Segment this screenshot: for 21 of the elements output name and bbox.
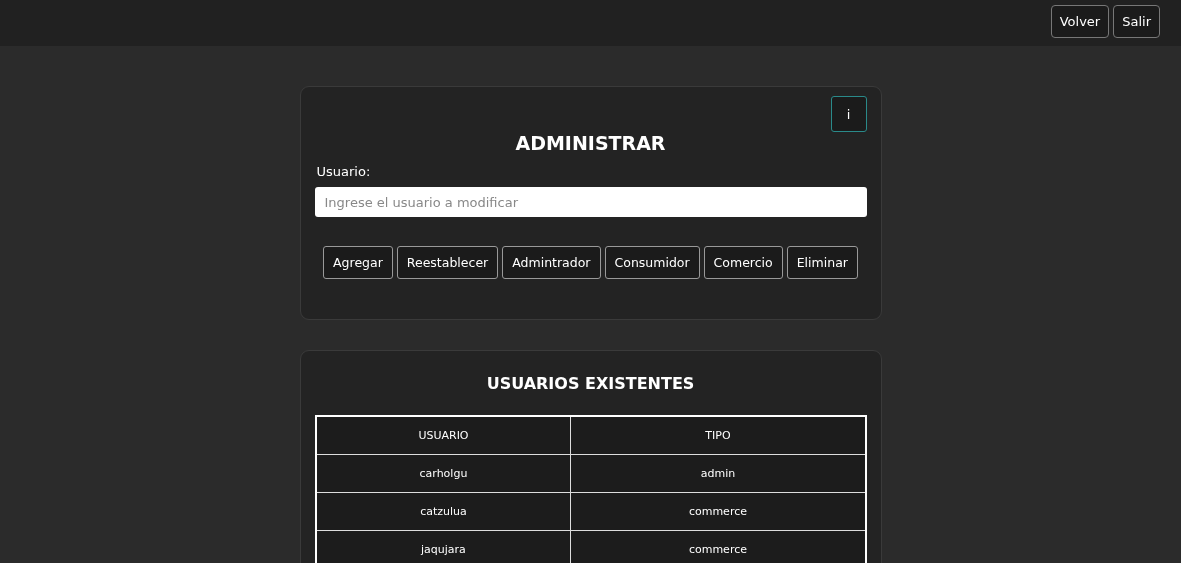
table-cell: commerce — [570, 492, 866, 531]
action-button[interactable]: Comercio — [703, 246, 783, 279]
table-cell: carholgu — [315, 454, 571, 493]
table-cell: catzulua — [315, 492, 571, 531]
table-cell: commerce — [570, 530, 866, 563]
info-button[interactable]: i — [830, 96, 867, 132]
nav-button[interactable]: Volver — [1050, 5, 1110, 38]
column-header: TIPO — [570, 416, 866, 455]
action-button[interactable]: Agregar — [323, 246, 393, 279]
action-button[interactable]: Eliminar — [786, 246, 858, 279]
card-title: USUARIOS EXISTENTES — [485, 374, 696, 393]
field-label: Usuario: — [316, 164, 372, 179]
table-cell: jaqujara — [315, 530, 571, 563]
nav-button[interactable]: Salir — [1113, 5, 1160, 38]
table-cell: admin — [570, 454, 866, 493]
action-button[interactable]: Reestablecer — [396, 246, 499, 279]
card-title: ADMINISTRAR — [514, 132, 667, 154]
user-input-field[interactable]: Ingrese el usuario a modificar — [314, 187, 867, 217]
column-header: USUARIO — [315, 416, 571, 455]
action-button[interactable]: Consumidor — [604, 246, 700, 279]
action-button[interactable]: Admintrador — [502, 246, 601, 279]
